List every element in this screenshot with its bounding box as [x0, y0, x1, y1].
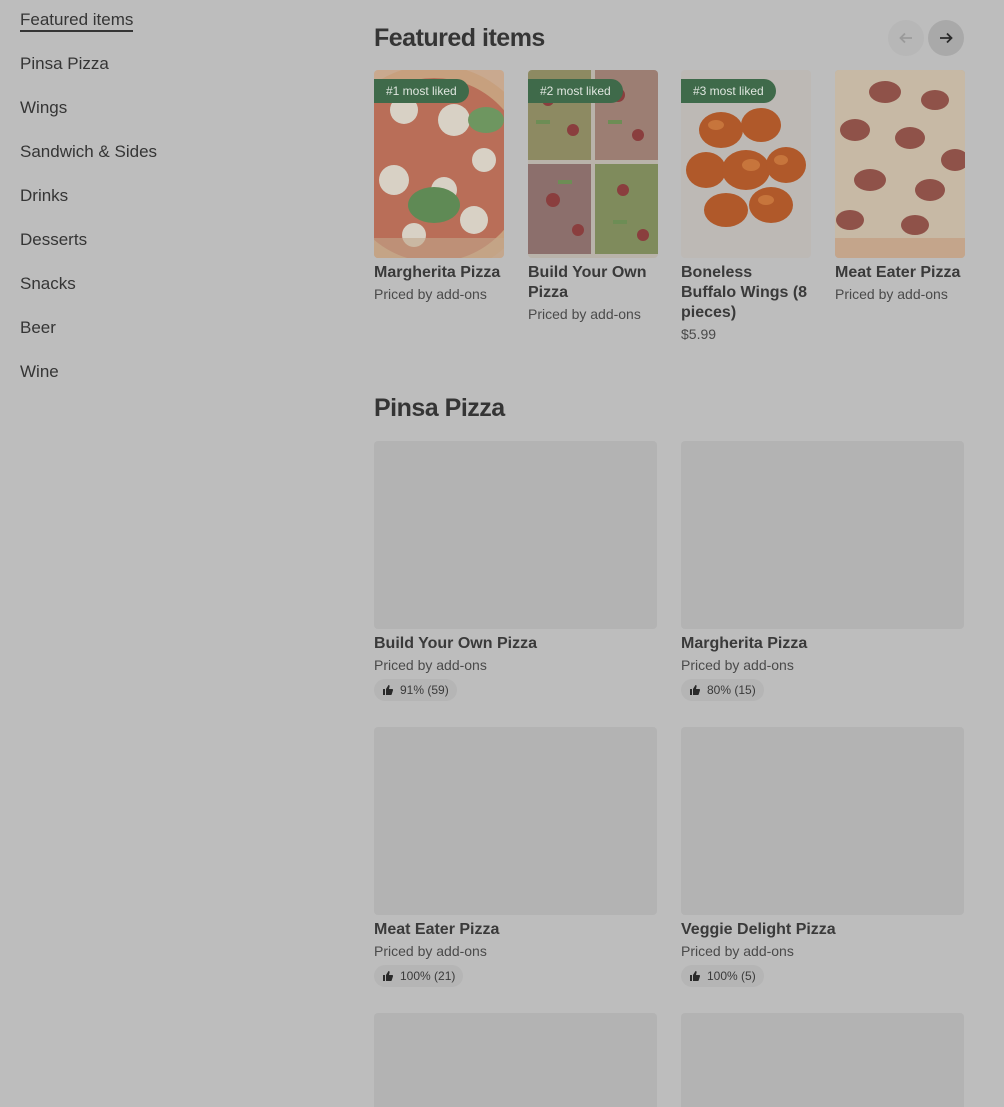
featured-item-name: Build Your Own Pizza — [528, 264, 647, 301]
menu-item-price: Priced by add-ons — [374, 657, 487, 673]
sidebar-item-beer[interactable]: Beer — [20, 316, 320, 360]
rating-badge: 100% (5) — [681, 965, 764, 987]
most-liked-badge: #3 most liked — [681, 79, 776, 103]
rating-text: 100% (5) — [707, 969, 756, 983]
category-sidebar: Featured items Pinsa Pizza Wings Sandwic… — [20, 8, 320, 404]
menu-item-image-placeholder — [374, 441, 657, 629]
thumbs-up-icon — [383, 971, 394, 981]
featured-item-image: #2 most liked — [528, 70, 658, 258]
sidebar-item-label: Wine — [20, 362, 59, 381]
sidebar-item-featured-items[interactable]: Featured items — [20, 8, 320, 52]
menu-item-name: Build Your Own Pizza — [374, 635, 537, 652]
pizza-image — [835, 70, 965, 258]
menu-item-card[interactable] — [681, 1013, 964, 1107]
menu-item-image-placeholder — [681, 727, 964, 915]
rating-text: 91% (59) — [400, 683, 449, 697]
sidebar-item-label: Featured items — [20, 10, 134, 32]
thumbs-up-icon — [690, 685, 701, 695]
featured-item-name: Margherita Pizza — [374, 264, 501, 281]
rating-text: 100% (21) — [400, 969, 456, 983]
rating-text: 80% (15) — [707, 683, 756, 697]
featured-item-price: Priced by add-ons — [374, 286, 487, 302]
arrow-right-icon — [940, 32, 953, 44]
menu-item-image-placeholder — [374, 1013, 657, 1107]
featured-item-card[interactable]: Meat Eater Pizza Priced by add-ons — [835, 70, 965, 302]
menu-item-price: Priced by add-ons — [681, 657, 794, 673]
menu-item-name: Veggie Delight Pizza — [681, 921, 836, 938]
sidebar-item-label: Beer — [20, 318, 56, 337]
sidebar-item-wings[interactable]: Wings — [20, 96, 320, 140]
menu-item-card[interactable]: Veggie Delight Pizza Priced by add-ons 1… — [681, 727, 964, 987]
sidebar-item-label: Sandwich & Sides — [20, 142, 158, 161]
sidebar-item-label: Pinsa Pizza — [20, 54, 109, 73]
sidebar-item-pinsa-pizza[interactable]: Pinsa Pizza — [20, 52, 320, 96]
thumbs-up-icon — [690, 971, 701, 981]
sidebar-item-drinks[interactable]: Drinks — [20, 184, 320, 228]
featured-item-name: Meat Eater Pizza — [835, 264, 961, 281]
sidebar-item-label: Drinks — [20, 186, 69, 205]
sidebar-item-desserts[interactable]: Desserts — [20, 228, 320, 272]
menu-item-price: Priced by add-ons — [681, 943, 794, 959]
featured-item-image: #1 most liked — [374, 70, 504, 258]
sidebar-item-label: Desserts — [20, 230, 88, 249]
menu-item-card[interactable]: Build Your Own Pizza Priced by add-ons 9… — [374, 441, 657, 701]
menu-item-card[interactable] — [374, 1013, 657, 1107]
menu-item-name: Meat Eater Pizza — [374, 921, 500, 938]
featured-item-price: Priced by add-ons — [835, 286, 948, 302]
featured-item-card[interactable]: #2 most liked Build Your Own Pizza Price… — [528, 70, 658, 322]
menu-item-price: Priced by add-ons — [374, 943, 487, 959]
featured-section-title: Featured items — [374, 24, 545, 52]
featured-carousel: #1 most liked Margherita Pizza Priced by… — [374, 70, 1004, 340]
featured-item-card[interactable]: #3 most liked Boneless Buffalo Wings (8 … — [681, 70, 811, 340]
arrow-left-icon — [899, 32, 912, 44]
menu-item-image-placeholder — [374, 727, 657, 915]
sidebar-item-label: Snacks — [20, 274, 76, 293]
menu-item-card[interactable]: Margherita Pizza Priced by add-ons 80% (… — [681, 441, 964, 701]
menu-item-card[interactable]: Meat Eater Pizza Priced by add-ons 100% … — [374, 727, 657, 987]
featured-item-name: Boneless Buffalo Wings (8 pieces) — [681, 264, 808, 321]
most-liked-badge: #2 most liked — [528, 79, 623, 103]
rating-badge: 80% (15) — [681, 679, 764, 701]
pinsa-section-title: Pinsa Pizza — [374, 394, 505, 422]
sidebar-item-snacks[interactable]: Snacks — [20, 272, 320, 316]
carousel-next-button[interactable] — [928, 20, 964, 56]
featured-item-image — [835, 70, 965, 258]
sidebar-item-label: Wings — [20, 98, 68, 117]
menu-item-image-placeholder — [681, 441, 964, 629]
thumbs-up-icon — [383, 685, 394, 695]
sidebar-item-wine[interactable]: Wine — [20, 360, 320, 404]
featured-item-card[interactable]: #1 most liked Margherita Pizza Priced by… — [374, 70, 504, 302]
featured-item-price: Priced by add-ons — [528, 306, 641, 322]
sidebar-item-sandwich-sides[interactable]: Sandwich & Sides — [20, 140, 320, 184]
rating-badge: 91% (59) — [374, 679, 457, 701]
menu-item-image-placeholder — [681, 1013, 964, 1107]
featured-item-image: #3 most liked — [681, 70, 811, 258]
most-liked-badge: #1 most liked — [374, 79, 469, 103]
rating-badge: 100% (21) — [374, 965, 464, 987]
carousel-prev-button[interactable] — [888, 20, 924, 56]
featured-item-price: $5.99 — [681, 326, 717, 340]
menu-item-name: Margherita Pizza — [681, 635, 808, 652]
